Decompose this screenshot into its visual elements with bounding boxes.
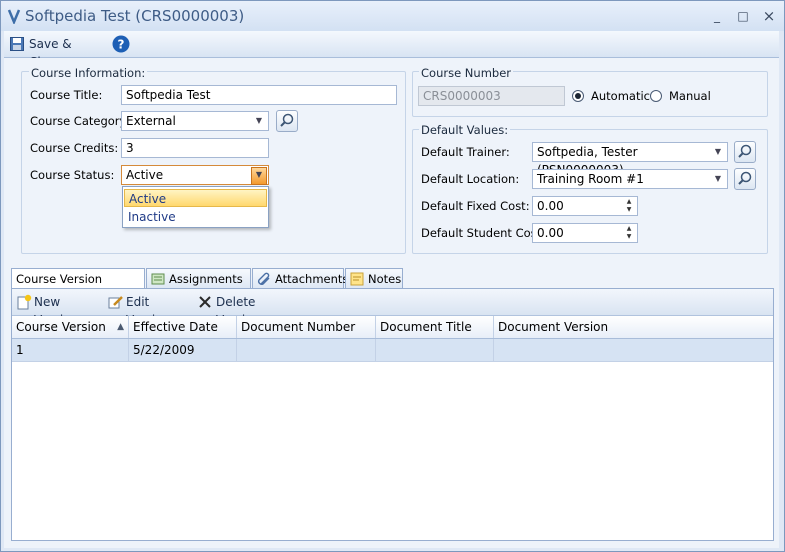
course-credits-input[interactable]: 3 bbox=[121, 138, 269, 158]
table-row[interactable]: 1 5/22/2009 bbox=[12, 339, 773, 362]
svg-text:?: ? bbox=[118, 38, 125, 52]
help-icon[interactable]: ? bbox=[112, 35, 130, 53]
window-title: Softpedia Test (CRS0000003) bbox=[25, 7, 245, 25]
location-lookup-button[interactable] bbox=[734, 168, 756, 190]
default-student-cost-label: Default Student Cost: bbox=[421, 226, 546, 240]
tab-course-version-history[interactable]: Course Version History (1) bbox=[11, 268, 145, 306]
status-option-active[interactable]: Active bbox=[124, 189, 267, 207]
delete-icon bbox=[199, 296, 211, 308]
default-fixed-cost-input[interactable]: 0.00 ▲ ▼ bbox=[532, 196, 638, 216]
course-category-value: External bbox=[126, 114, 176, 128]
tab-attachments[interactable]: Attachments bbox=[252, 268, 348, 289]
course-title-label: Course Title: bbox=[30, 88, 103, 102]
course-category-label: Course Category: bbox=[30, 114, 130, 128]
column-course-version[interactable]: Course Version ▲ bbox=[12, 316, 129, 338]
manual-label: Manual bbox=[669, 89, 711, 103]
column-label: Course Version bbox=[16, 320, 106, 334]
default-location-value: Training Room #1 bbox=[537, 172, 644, 186]
chevron-down-icon[interactable]: ▼ bbox=[711, 145, 725, 159]
edit-version-button[interactable]: Edit Version bbox=[108, 293, 194, 327]
default-trainer-label: Default Trainer: bbox=[421, 145, 510, 159]
tab-label: Notes bbox=[368, 272, 402, 286]
default-trainer-combo[interactable]: Softpedia, Tester (PSN0000003) ▼ bbox=[532, 142, 728, 177]
title-bar[interactable]: Softpedia Test (CRS0000003) _ □ × bbox=[1, 1, 784, 31]
cell-document-version bbox=[494, 339, 773, 361]
manual-radio[interactable] bbox=[650, 90, 662, 102]
delete-version-button[interactable]: Delete Version bbox=[198, 293, 298, 327]
spin-up-down-icon[interactable]: ▲ ▼ bbox=[622, 225, 636, 241]
edit-icon bbox=[108, 296, 123, 309]
course-title-input[interactable]: Softpedia Test bbox=[121, 85, 397, 105]
default-location-combo[interactable]: Training Room #1 ▼ bbox=[532, 169, 728, 189]
assignments-icon bbox=[151, 273, 165, 285]
cell-document-number bbox=[237, 339, 376, 361]
chevron-down-icon[interactable]: ▼ bbox=[252, 114, 266, 128]
paperclip-icon bbox=[258, 272, 270, 285]
column-document-version[interactable]: Document Version bbox=[494, 316, 773, 338]
main-toolbar: Save & Close ? bbox=[4, 31, 779, 69]
grid-header: Course Version ▲ Effective Date Document… bbox=[12, 316, 773, 339]
app-logo-icon bbox=[7, 9, 21, 24]
course-credits-label: Course Credits: bbox=[30, 141, 119, 155]
new-version-button[interactable]: New Version bbox=[16, 293, 104, 327]
minimize-button[interactable]: _ bbox=[707, 7, 727, 25]
category-lookup-button[interactable] bbox=[276, 110, 298, 132]
search-icon bbox=[738, 171, 752, 185]
default-fixed-cost-value: 0.00 bbox=[537, 199, 564, 213]
spin-up-down-icon[interactable]: ▲ ▼ bbox=[622, 198, 636, 214]
course-information-label: Course Information: bbox=[29, 66, 148, 80]
course-status-combo[interactable]: Active ▼ bbox=[121, 165, 269, 185]
search-icon bbox=[280, 113, 294, 127]
status-option-inactive[interactable]: Inactive bbox=[124, 208, 267, 226]
default-student-cost-value: 0.00 bbox=[537, 226, 564, 240]
version-toolbar: New Version Edit Version Delete Version bbox=[12, 289, 773, 327]
version-history-panel: New Version Edit Version Delete Version … bbox=[11, 288, 774, 541]
course-number-label: Course Number bbox=[419, 66, 514, 80]
course-status-value: Active bbox=[126, 168, 164, 182]
close-button[interactable]: × bbox=[759, 7, 779, 25]
default-student-cost-input[interactable]: 0.00 ▲ ▼ bbox=[532, 223, 638, 243]
course-status-label: Course Status: bbox=[30, 168, 115, 182]
column-effective-date[interactable]: Effective Date bbox=[129, 316, 237, 338]
course-window: Softpedia Test (CRS0000003) _ □ × Save &… bbox=[0, 0, 785, 552]
chevron-down-icon[interactable]: ▼ bbox=[711, 172, 725, 186]
tab-notes[interactable]: Notes bbox=[345, 268, 403, 289]
automatic-label: Automatic bbox=[591, 89, 650, 103]
cell-effective-date: 5/22/2009 bbox=[129, 339, 237, 361]
default-values-label: Default Values: bbox=[419, 123, 511, 137]
sort-ascending-icon: ▲ bbox=[117, 322, 124, 332]
default-location-label: Default Location: bbox=[421, 172, 520, 186]
column-document-title[interactable]: Document Title bbox=[376, 316, 494, 338]
trainer-lookup-button[interactable] bbox=[734, 141, 756, 163]
cell-document-title bbox=[376, 339, 494, 361]
automatic-radio[interactable] bbox=[572, 90, 584, 102]
new-document-icon bbox=[17, 294, 32, 310]
save-icon bbox=[10, 37, 24, 51]
tab-label: Attachments bbox=[275, 272, 349, 286]
course-category-combo[interactable]: External ▼ bbox=[121, 111, 269, 131]
note-icon bbox=[350, 272, 364, 286]
tab-assignments[interactable]: Assignments (1) bbox=[146, 268, 251, 306]
maximize-button[interactable]: □ bbox=[733, 7, 753, 25]
save-close-button[interactable]: Save & Close bbox=[10, 35, 105, 69]
chevron-down-icon[interactable]: ▼ bbox=[251, 167, 267, 185]
cell-course-version: 1 bbox=[12, 339, 129, 361]
default-fixed-cost-label: Default Fixed Cost: bbox=[421, 199, 530, 213]
course-status-dropdown: Active Inactive bbox=[122, 186, 269, 228]
column-document-number[interactable]: Document Number bbox=[237, 316, 376, 338]
search-icon bbox=[738, 144, 752, 158]
course-number-input: CRS0000003 bbox=[418, 86, 565, 106]
